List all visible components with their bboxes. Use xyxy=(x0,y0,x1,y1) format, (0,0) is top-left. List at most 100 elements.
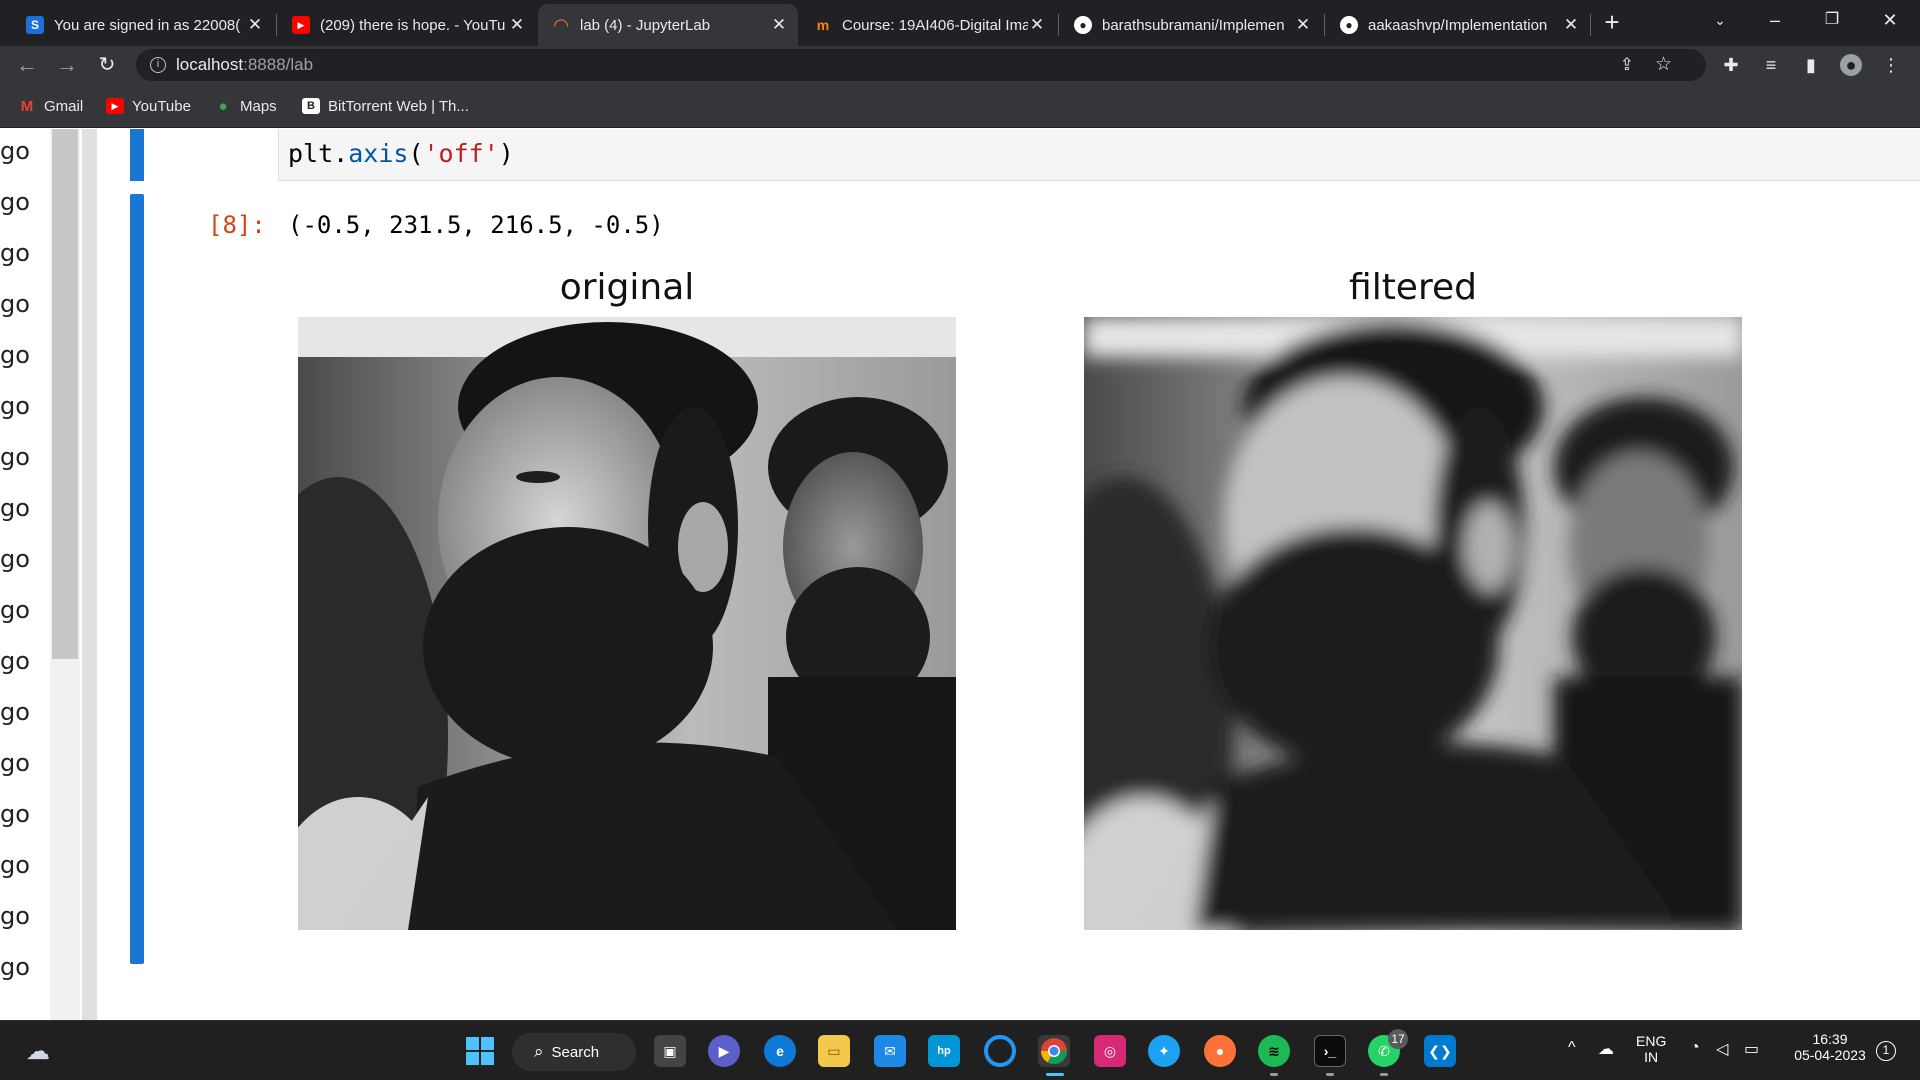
bookmark-bittorrent[interactable]: B BitTorrent Web | Th... xyxy=(302,96,469,116)
volume-icon[interactable]: ◁ xyxy=(1716,1039,1728,1059)
file-list-item[interactable]: go xyxy=(0,800,30,828)
restore-icon[interactable]: ❐ xyxy=(1812,4,1852,36)
bookmarks-bar: M Gmail ▶ YouTube ● Maps B BitTorrent We… xyxy=(0,84,1920,128)
tab-github-aakaash[interactable]: ● aakaashvp/Implementation ✕ xyxy=(1326,4,1590,46)
code-cell-input[interactable] xyxy=(278,129,1920,181)
sidebar-scrollbar-thumb[interactable] xyxy=(52,129,78,659)
file-list-item[interactable]: go xyxy=(0,851,30,879)
filtered-image xyxy=(1084,317,1742,930)
share-icon[interactable]: ⇪ xyxy=(1620,49,1634,81)
task-view-icon[interactable]: ▣ xyxy=(654,1035,686,1067)
cortana-icon[interactable] xyxy=(984,1035,1016,1067)
left-sidebar-file-list: go go go go go go go go go go go go go go go go go xyxy=(0,129,98,1020)
language-indicator[interactable]: ENG IN xyxy=(1636,1033,1666,1065)
reload-icon[interactable]: ↻ xyxy=(92,50,122,80)
minimize-icon[interactable]: – xyxy=(1755,4,1795,36)
file-list-item[interactable]: go xyxy=(0,239,30,267)
bittorrent-icon: B xyxy=(302,98,320,114)
instagram-icon[interactable]: ◎ xyxy=(1094,1035,1126,1067)
close-icon[interactable]: ✕ xyxy=(508,15,526,35)
browser-tab-strip: S You are signed in as 22008( ✕ ▶ (209) … xyxy=(0,0,1920,46)
close-icon[interactable]: ✕ xyxy=(1294,15,1312,35)
file-list-item[interactable]: go xyxy=(0,698,30,726)
chrome-icon[interactable] xyxy=(1038,1035,1070,1067)
clock[interactable]: 16:39 05-04-2023 xyxy=(1784,1031,1876,1063)
mail-icon[interactable]: ✉ xyxy=(874,1035,906,1067)
file-list-item[interactable]: go xyxy=(0,749,30,777)
clock-date: 05-04-2023 xyxy=(1794,1047,1866,1063)
onedrive-icon[interactable]: ☁ xyxy=(1598,1039,1614,1059)
weather-icon[interactable]: ☁ xyxy=(22,1035,54,1067)
file-explorer-icon[interactable]: ▭ xyxy=(818,1035,850,1067)
file-list-item[interactable]: go xyxy=(0,902,30,930)
spotify-icon[interactable]: ≋ xyxy=(1258,1035,1290,1067)
new-tab-button[interactable]: + xyxy=(1598,8,1626,36)
taskbar-search[interactable]: ⌕ Search xyxy=(512,1033,636,1071)
file-list-item[interactable]: go xyxy=(0,290,30,318)
close-icon[interactable]: ✕ xyxy=(1562,15,1580,35)
close-icon[interactable]: ✕ xyxy=(1028,15,1046,35)
forward-icon[interactable]: → xyxy=(52,50,82,80)
maps-icon: ● xyxy=(218,97,228,115)
figure-title-filtered: filtered xyxy=(1349,267,1477,308)
media-controls-icon[interactable]: ≡ xyxy=(1760,54,1782,76)
close-icon[interactable]: ✕ xyxy=(246,15,264,35)
close-window-icon[interactable]: ✕ xyxy=(1870,4,1910,36)
file-list-item[interactable]: go xyxy=(0,545,30,573)
wifi-icon[interactable]: ◔ xyxy=(1690,1039,1700,1057)
edge-icon[interactable]: e xyxy=(764,1035,796,1067)
close-icon[interactable]: ✕ xyxy=(770,15,788,35)
skillrack-icon: S xyxy=(26,16,44,34)
file-list-item[interactable]: go xyxy=(0,188,30,216)
site-info-icon[interactable]: i xyxy=(150,57,166,73)
twitter-icon[interactable]: ✦ xyxy=(1148,1035,1180,1067)
jupyterlab-page: go go go go go go go go go go go go go go go go go plt.a… xyxy=(0,129,1920,1020)
start-icon[interactable] xyxy=(464,1035,496,1067)
extensions-icon[interactable]: ✚ xyxy=(1720,54,1742,76)
side-panel-icon[interactable]: ▮ xyxy=(1800,54,1822,76)
youtube-icon: ▶ xyxy=(106,98,124,114)
clock-time: 16:39 xyxy=(1812,1031,1848,1047)
output-text: (-0.5, 231.5, 216.5, -0.5) xyxy=(288,211,664,239)
file-list-item[interactable]: go xyxy=(0,596,30,624)
address-bar[interactable]: i localhost:8888/lab ⇪ ☆ xyxy=(136,49,1706,81)
bookmark-label: Gmail xyxy=(44,97,84,115)
figure-title-original: original xyxy=(559,267,695,308)
language-code: ENG xyxy=(1636,1033,1667,1049)
tab-search-icon[interactable]: ⌄ xyxy=(1700,4,1740,36)
file-list-item[interactable]: go xyxy=(0,647,30,675)
profile-avatar[interactable]: ● xyxy=(1840,54,1862,76)
tab-github-barath[interactable]: ● barathsubramani/Implemen ✕ xyxy=(1060,4,1322,46)
show-hidden-icons[interactable]: ^ xyxy=(1568,1039,1576,1057)
tab-skillrack[interactable]: S You are signed in as 22008( ✕ xyxy=(12,4,274,46)
file-list-item[interactable]: go xyxy=(0,341,30,369)
vscode-icon[interactable]: ❮❯ xyxy=(1424,1035,1456,1067)
myhp-icon[interactable]: hp xyxy=(928,1035,960,1067)
menu-icon[interactable]: ⋮ xyxy=(1880,54,1902,76)
terminal-icon[interactable]: ›_ xyxy=(1314,1035,1346,1067)
file-list-item[interactable]: go xyxy=(0,392,30,420)
bookmark-gmail[interactable]: M Gmail xyxy=(18,96,83,116)
bookmark-youtube[interactable]: ▶ YouTube xyxy=(106,96,191,116)
teams-icon[interactable]: ▶ xyxy=(708,1035,740,1067)
bookmark-maps[interactable]: ● Maps xyxy=(214,96,276,116)
battery-icon[interactable]: ▭ xyxy=(1744,1039,1759,1059)
sidebar-divider[interactable] xyxy=(82,129,97,1020)
input-collapser[interactable] xyxy=(130,129,144,181)
file-list-item[interactable]: go xyxy=(0,443,30,471)
file-list-item[interactable]: go xyxy=(0,953,30,981)
output-prompt: [8]: xyxy=(208,211,266,239)
bookmark-star-icon[interactable]: ☆ xyxy=(1655,49,1672,81)
tab-jupyterlab[interactable]: ◠ lab (4) - JupyterLab ✕ xyxy=(538,4,798,46)
tab-title: lab (4) - JupyterLab xyxy=(580,16,711,34)
tab-youtube[interactable]: ▶ (209) there is hope. - YouTu ✕ xyxy=(278,4,536,46)
github-icon: ● xyxy=(1074,16,1092,34)
tab-moodle-course[interactable]: m Course: 19AI406-Digital Ima ✕ xyxy=(800,4,1056,46)
back-icon[interactable]: ← xyxy=(12,50,42,80)
output-collapser[interactable] xyxy=(130,194,144,964)
notification-badge[interactable]: 1 xyxy=(1876,1041,1896,1061)
firefox-icon[interactable]: ● xyxy=(1204,1035,1236,1067)
file-list-item[interactable]: go xyxy=(0,137,30,165)
file-list-item[interactable]: go xyxy=(0,494,30,522)
active-app-indicator xyxy=(1046,1073,1064,1076)
